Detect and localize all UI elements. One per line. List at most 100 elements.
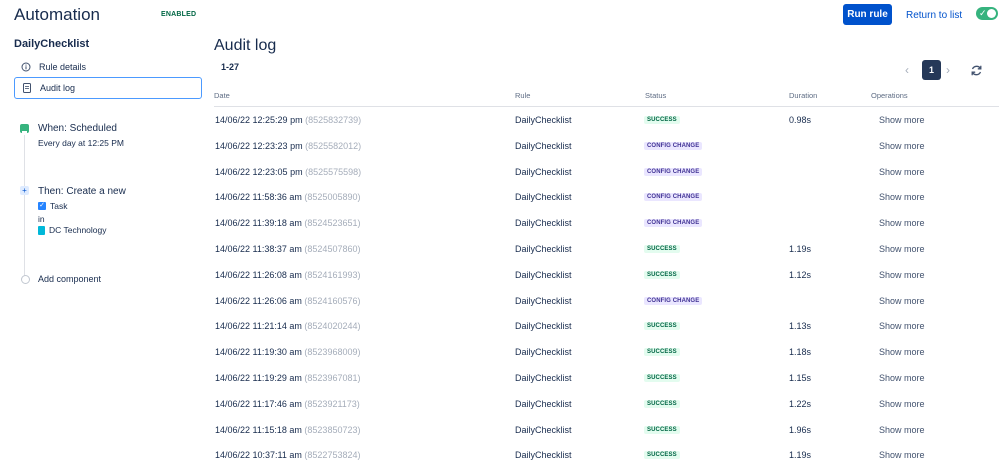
check-icon: ✓: [979, 8, 987, 18]
row-date: 14/06/22 11:58:36 am (8525005890): [215, 192, 361, 203]
table-row: 14/06/22 11:26:06 am (8524160576) DailyCh…: [214, 288, 999, 314]
show-more-link[interactable]: Show more: [879, 373, 925, 383]
show-more-link[interactable]: Show more: [879, 141, 925, 151]
row-status-badge: CONFIG CHANGE: [644, 167, 703, 176]
table-row: 14/06/22 12:25:29 pm (8525832739) DailyCh…: [214, 107, 999, 133]
row-date: 14/06/22 11:38:37 am (8524507860): [215, 243, 361, 254]
table-row: 14/06/22 11:19:30 am (8523968009) DailyCh…: [214, 339, 999, 365]
column-header-date: Date: [214, 91, 230, 100]
trigger-title[interactable]: When: Scheduled: [38, 123, 117, 134]
result-count: 1-27: [221, 62, 240, 72]
show-more-link[interactable]: Show more: [879, 399, 925, 409]
column-header-duration: Duration: [789, 91, 818, 100]
row-rule: DailyChecklist: [515, 166, 572, 177]
row-duration: 1.96s: [789, 424, 812, 435]
row-status-badge: SUCCESS: [644, 322, 680, 331]
refresh-icon[interactable]: [970, 64, 983, 80]
show-more-link[interactable]: Show more: [879, 347, 925, 357]
row-rule: DailyChecklist: [515, 398, 572, 409]
table-row: 14/06/22 11:19:29 am (8523967081) DailyCh…: [214, 365, 999, 391]
show-more-link[interactable]: Show more: [879, 192, 925, 202]
row-date: 14/06/22 10:37:11 am (8522753824): [215, 450, 361, 461]
row-rule: DailyChecklist: [515, 424, 572, 435]
row-status-badge: SUCCESS: [644, 399, 680, 408]
row-execution-id: (8524507860): [304, 243, 361, 254]
row-date: 14/06/22 11:19:30 am (8523968009): [215, 347, 361, 358]
row-rule: DailyChecklist: [515, 192, 572, 203]
run-rule-button[interactable]: Run rule: [843, 4, 892, 25]
add-component-button[interactable]: Add component: [38, 274, 101, 284]
row-duration: 1.22s: [789, 398, 812, 409]
row-date: 14/06/22 11:19:29 am (8523967081): [215, 372, 361, 383]
row-execution-id: (8522753824): [304, 450, 361, 461]
row-execution-id: (8524161993): [304, 269, 361, 280]
chevron-right-icon[interactable]: ›: [946, 63, 950, 77]
row-status-badge: CONFIG CHANGE: [644, 219, 703, 228]
sidebar-item-rule-details[interactable]: Rule details: [14, 56, 202, 78]
row-execution-id: (8525575598): [305, 166, 362, 177]
row-rule: DailyChecklist: [515, 269, 572, 280]
trigger-subtitle: Every day at 12:25 PM: [38, 138, 124, 148]
show-more-link[interactable]: Show more: [879, 296, 925, 306]
column-header-status: Status: [645, 91, 667, 100]
table-row: 14/06/22 11:39:18 am (8524523651) DailyCh…: [214, 210, 999, 236]
show-more-link[interactable]: Show more: [879, 115, 925, 125]
row-date: 14/06/22 11:26:08 am (8524161993): [215, 269, 361, 280]
show-more-link[interactable]: Show more: [879, 270, 925, 280]
row-rule: DailyChecklist: [515, 372, 572, 383]
show-more-link[interactable]: Show more: [879, 425, 925, 435]
show-more-link[interactable]: Show more: [879, 244, 925, 254]
row-execution-id: (8525582012): [305, 140, 362, 151]
sidebar-item-label: Rule details: [39, 62, 87, 72]
pagination-page-1[interactable]: 1: [922, 60, 941, 80]
row-rule: DailyChecklist: [515, 347, 572, 358]
action-in-label: in: [38, 214, 45, 224]
row-status-badge: SUCCESS: [644, 425, 680, 434]
row-duration: 1.15s: [789, 372, 812, 383]
chevron-left-icon[interactable]: ‹: [905, 63, 909, 77]
row-execution-id: (8523921173): [304, 398, 360, 409]
row-status-badge: SUCCESS: [644, 270, 680, 279]
table-row: 14/06/22 10:37:11 am (8522753824) DailyCh…: [214, 442, 999, 468]
row-execution-id: (8523968009): [304, 347, 361, 358]
plus-icon: +: [20, 186, 29, 195]
enable-toggle[interactable]: ✓: [976, 7, 998, 20]
row-rule: DailyChecklist: [515, 321, 572, 332]
show-more-link[interactable]: Show more: [879, 321, 925, 331]
calendar-icon: [20, 124, 29, 135]
row-status-badge: CONFIG CHANGE: [644, 141, 703, 150]
row-rule: DailyChecklist: [515, 115, 572, 125]
row-date: 14/06/22 11:15:18 am (8523850723): [215, 424, 361, 435]
table-row: 14/06/22 11:17:46 am (8523921173) DailyCh…: [214, 391, 999, 417]
row-status-badge: SUCCESS: [644, 116, 680, 124]
show-more-link[interactable]: Show more: [879, 450, 925, 460]
row-duration: 1.18s: [789, 347, 812, 358]
add-component-dot: [21, 275, 30, 284]
row-execution-id: (8524523651): [304, 218, 361, 229]
row-status-badge: CONFIG CHANGE: [644, 193, 703, 202]
rule-name: DailyChecklist: [14, 38, 90, 50]
row-execution-id: (8524020244): [304, 321, 361, 332]
row-status-badge: SUCCESS: [644, 451, 680, 460]
table-row: 14/06/22 11:38:37 am (8524507860) DailyCh…: [214, 236, 999, 262]
table-header: Date Rule Status Duration Operations: [214, 88, 999, 107]
sidebar-item-audit-log[interactable]: Audit log: [14, 77, 202, 99]
row-execution-id: (8524160576): [304, 295, 361, 306]
row-date: 14/06/22 11:21:14 am (8524020244): [215, 321, 361, 332]
row-date: 14/06/22 12:23:05 pm (8525575598): [215, 166, 362, 177]
show-more-link[interactable]: Show more: [879, 167, 925, 177]
row-rule: DailyChecklist: [515, 295, 572, 306]
row-status-badge: SUCCESS: [644, 244, 680, 253]
sidebar-item-label: Audit log: [40, 83, 76, 93]
table-row: 14/06/22 12:23:23 pm (8525582012) DailyCh…: [214, 133, 999, 159]
row-rule: DailyChecklist: [515, 218, 572, 229]
show-more-link[interactable]: Show more: [879, 218, 925, 228]
return-to-list-link[interactable]: Return to list: [906, 10, 962, 21]
row-duration: 1.19s: [789, 450, 812, 461]
row-execution-id: (8525005890): [304, 192, 361, 203]
row-duration: 0.98s: [789, 115, 812, 125]
action-title[interactable]: Then: Create a new: [38, 186, 126, 197]
table-row: 14/06/22 11:21:14 am (8524020244) DailyCh…: [214, 313, 999, 339]
row-status-badge: SUCCESS: [644, 373, 680, 382]
table-row: 14/06/22 11:26:08 am (8524161993) DailyCh…: [214, 262, 999, 288]
